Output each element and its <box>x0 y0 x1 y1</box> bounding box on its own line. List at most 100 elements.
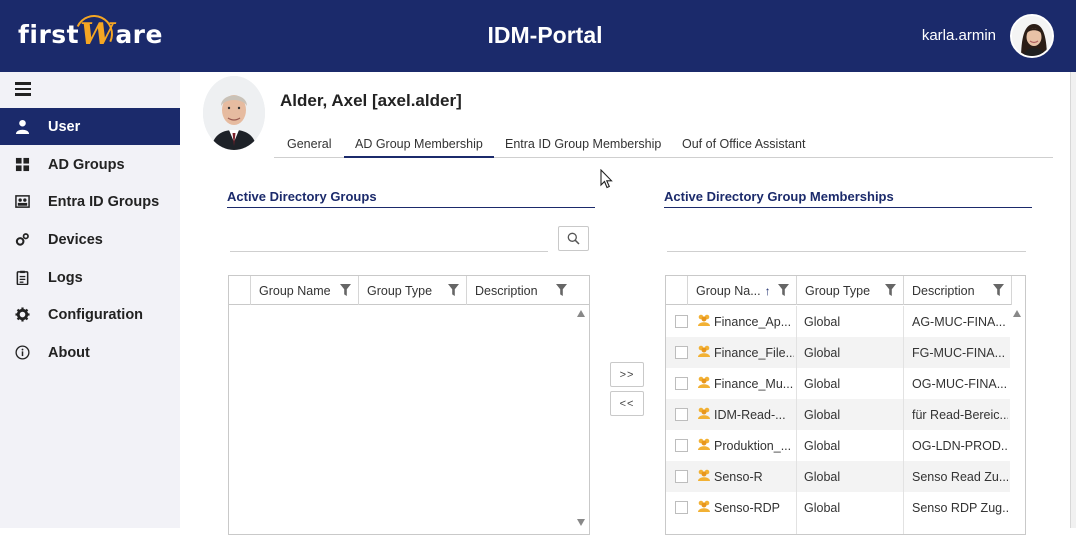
profile-photo <box>203 76 265 150</box>
tab-ad-group-membership[interactable]: AD Group Membership <box>344 137 494 158</box>
group-name-cell: Finance_Mu... <box>714 377 794 391</box>
description-cell: OG-LDN-PROD... <box>912 439 1008 453</box>
column-label: Group Na... <box>696 283 761 298</box>
search-button[interactable] <box>558 226 589 251</box>
row-checkbox[interactable] <box>675 439 688 452</box>
tab-entra-id-group-membership[interactable]: Entra ID Group Membership <box>505 137 661 158</box>
group-icon <box>698 376 710 388</box>
add-membership-button[interactable]: >> <box>610 362 644 387</box>
sidebar-item-ad-groups[interactable]: AD Groups <box>0 146 180 183</box>
info-icon <box>0 345 48 360</box>
table-row[interactable]: Senso-R Global Senso Read Zu... <box>666 461 1010 492</box>
group-type-cell: Global <box>804 377 841 391</box>
column-label: Description <box>475 283 538 298</box>
table-row[interactable]: Senso-RDP Global Senso RDP Zug... <box>666 492 1010 523</box>
column-label: Group Name <box>259 283 331 298</box>
profile-name: Alder, Axel [axel.alder] <box>280 91 462 110</box>
sidebar: User AD Groups Entra ID Groups Devices L… <box>0 72 180 528</box>
grid-scrollbar[interactable] <box>574 306 589 534</box>
sidebar-item-entra-id-groups[interactable]: Entra ID Groups <box>0 183 180 220</box>
filter-icon[interactable] <box>993 284 1004 296</box>
tab-out-of-office-assistant[interactable]: Ouf of Office Assistant <box>682 137 805 158</box>
group-icon <box>698 500 710 512</box>
filter-icon[interactable] <box>778 284 789 296</box>
group-icon <box>698 438 710 450</box>
filter-icon[interactable] <box>340 284 351 296</box>
column-header-group-type[interactable]: Group Type <box>796 276 903 305</box>
ad-groups-grid: Group Name Group Type Description <box>228 275 590 535</box>
app-title: IDM-Portal <box>487 22 603 48</box>
group-type-cell: Global <box>804 408 841 422</box>
memberships-grid: Group Na... ↑ Group Type Description Fina… <box>665 275 1026 535</box>
description-cell: Senso Read Zu... <box>912 470 1008 484</box>
clipboard-icon <box>0 270 48 285</box>
group-name-cell: IDM-Read-... <box>714 408 786 422</box>
sidebar-item-label: Logs <box>48 269 83 286</box>
remove-membership-button[interactable]: << <box>610 391 644 416</box>
sidebar-item-devices[interactable]: Devices <box>0 221 180 258</box>
column-header-group-name[interactable]: Group Na... ↑ <box>687 276 796 305</box>
mouse-cursor-icon <box>600 169 613 189</box>
memberships-search-input[interactable] <box>667 251 1026 252</box>
sidebar-item-label: AD Groups <box>48 156 125 173</box>
row-checkbox[interactable] <box>675 377 688 390</box>
column-divider <box>796 306 797 534</box>
scrollbar-track[interactable] <box>1070 72 1076 528</box>
scroll-up-icon[interactable] <box>1013 310 1021 317</box>
filter-icon[interactable] <box>448 284 459 296</box>
gear-icon <box>0 307 48 322</box>
scroll-up-icon[interactable] <box>577 310 585 317</box>
row-checkbox[interactable] <box>675 470 688 483</box>
group-type-cell: Global <box>804 346 841 360</box>
avatar[interactable] <box>1010 14 1054 58</box>
group-type-cell: Global <box>804 439 841 453</box>
sort-ascending-icon: ↑ <box>764 283 771 298</box>
table-row[interactable]: Finance_Mu... Global OG-MUC-FINA... <box>666 368 1010 399</box>
sidebar-item-configuration[interactable]: Configuration <box>0 296 180 333</box>
row-checkbox[interactable] <box>675 501 688 514</box>
table-row[interactable]: IDM-Read-... Global für Read-Bereic... <box>666 399 1010 430</box>
group-name-cell: Produktion_... <box>714 439 792 453</box>
group-name-cell: Finance_Ap... <box>714 315 792 329</box>
table-row[interactable]: Produktion_... Global OG-LDN-PROD... <box>666 430 1010 461</box>
group-type-cell: Global <box>804 315 841 329</box>
description-cell: OG-MUC-FINA... <box>912 377 1008 391</box>
filter-icon[interactable] <box>556 284 567 296</box>
gears-icon <box>0 232 48 247</box>
top-bar: first Ware IDM-Portal karla.armin <box>0 0 1076 72</box>
column-header-group-name[interactable]: Group Name <box>250 276 358 305</box>
column-header-group-type[interactable]: Group Type <box>358 276 466 305</box>
description-cell: AG-MUC-FINA... <box>912 315 1006 329</box>
ad-groups-search-input[interactable] <box>230 251 548 252</box>
grid-scrollbar[interactable] <box>1010 306 1025 534</box>
sidebar-item-label: Configuration <box>48 306 144 323</box>
sidebar-item-user[interactable]: User <box>0 108 180 145</box>
sidebar-item-logs[interactable]: Logs <box>0 259 180 296</box>
description-cell: für Read-Bereic... <box>912 408 1008 422</box>
sidebar-item-label: Devices <box>48 231 103 248</box>
column-label: Group Type <box>367 283 433 298</box>
username-label[interactable]: karla.armin <box>922 27 996 44</box>
sidebar-item-label: User <box>48 118 81 135</box>
left-panel-title: Active Directory Groups <box>227 189 595 208</box>
table-row[interactable]: Finance_File... Global FG-MUC-FINA... <box>666 337 1010 368</box>
group-type-cell: Global <box>804 501 841 515</box>
sidebar-item-about[interactable]: About <box>0 334 180 371</box>
group-icon <box>698 345 710 357</box>
column-header-description[interactable]: Description <box>466 276 574 305</box>
column-header-description[interactable]: Description <box>903 276 1012 305</box>
row-checkbox[interactable] <box>675 315 688 328</box>
user-icon <box>0 119 48 134</box>
scroll-down-icon[interactable] <box>577 519 585 526</box>
hamburger-icon[interactable] <box>15 82 31 98</box>
group-icon <box>698 407 710 419</box>
row-checkbox[interactable] <box>675 408 688 421</box>
grid-header: Group Name Group Type Description <box>229 276 589 305</box>
tab-general[interactable]: General <box>287 137 331 158</box>
search-icon <box>567 232 580 245</box>
row-checkbox[interactable] <box>675 346 688 359</box>
filter-icon[interactable] <box>885 284 896 296</box>
table-row[interactable]: Finance_Ap... Global AG-MUC-FINA... <box>666 306 1010 337</box>
description-cell: Senso RDP Zug... <box>912 501 1008 515</box>
column-label: Group Type <box>805 283 871 298</box>
